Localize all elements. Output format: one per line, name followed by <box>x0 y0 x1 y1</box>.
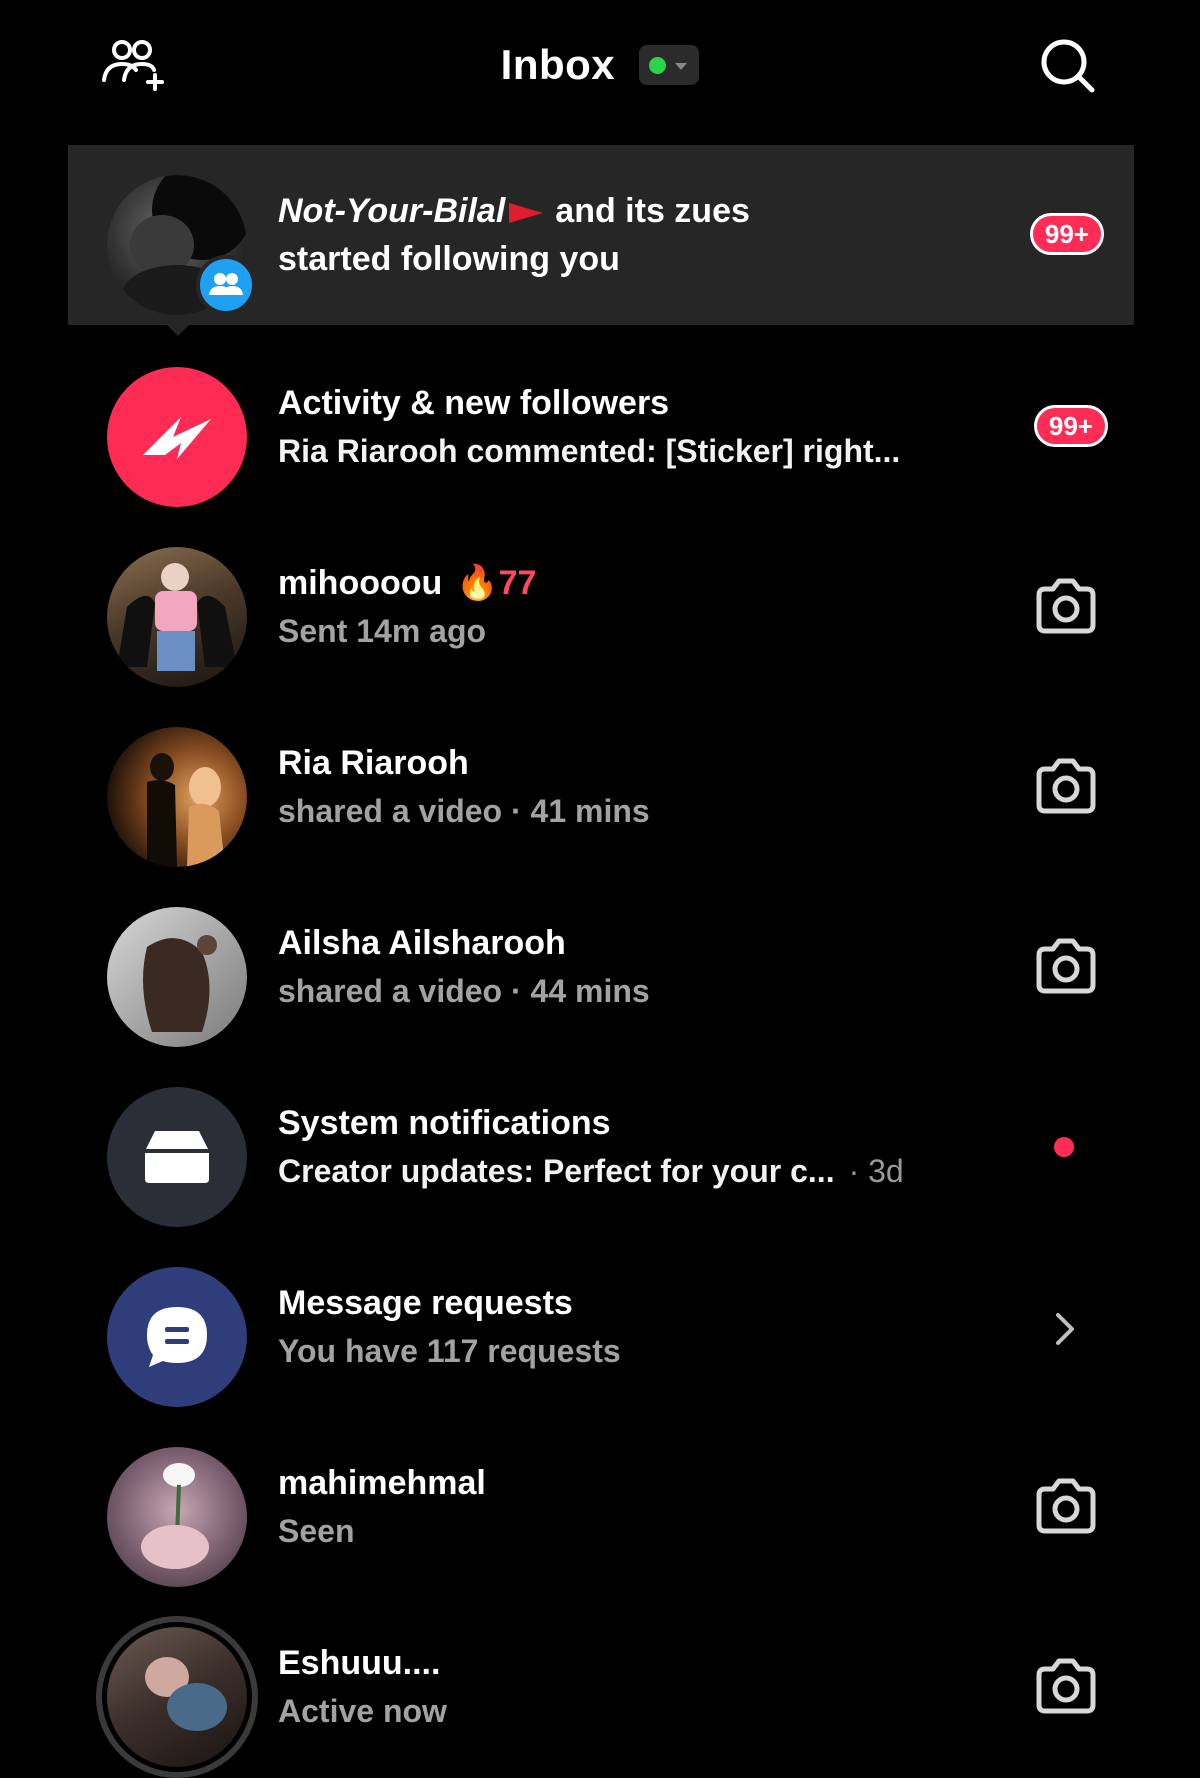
inbox-title: Inbox <box>500 40 616 88</box>
chat-row[interactable]: mihoooou 🔥77 Sent 14m ago <box>0 517 1200 697</box>
avatar <box>107 547 247 687</box>
row-title: Ria Riarooh <box>278 744 469 782</box>
chevron-right-icon[interactable] <box>1050 1309 1080 1349</box>
system-notifications-row[interactable]: System notifications Creator updates: Pe… <box>0 1057 1200 1237</box>
row-title: Ailsha Ailsharooh <box>278 924 566 962</box>
unread-badge: 99+ <box>1029 213 1104 255</box>
online-status-dot <box>649 56 667 74</box>
chat-row[interactable]: mahimehmal Seen <box>0 1417 1200 1597</box>
row-time: · 3d <box>848 1153 904 1189</box>
row-title: mihoooou 🔥77 <box>278 559 998 607</box>
chat-row[interactable]: Eshuuu.... Active now <box>0 1597 1200 1778</box>
chat-row[interactable]: Ailsha Ailsharooh shared a video · 44 mi… <box>0 877 1200 1057</box>
row-subtitle: Seen <box>278 1513 355 1549</box>
chat-bubble-icon <box>107 1267 247 1407</box>
lightning-icon <box>107 367 247 507</box>
row-title: mahimehmal <box>278 1464 486 1502</box>
row-subtitle: Creator updates: Perfect for your c... · … <box>278 1147 998 1195</box>
inbox-tray-icon <box>107 1087 247 1227</box>
avatar <box>107 1627 247 1767</box>
group-icon <box>196 255 256 315</box>
streak-count: 🔥77 <box>456 564 537 602</box>
inbox-header: Inbox <box>0 0 1200 135</box>
chat-row[interactable]: Ria Riarooh shared a video · 41 mins <box>0 697 1200 877</box>
page-title: Inbox <box>0 38 1200 89</box>
row-title: Message requests <box>278 1284 573 1322</box>
camera-icon[interactable] <box>1033 757 1099 817</box>
unread-badge: 99+ <box>1033 405 1108 447</box>
row-title: Eshuuu.... <box>278 1644 441 1682</box>
avatar <box>107 907 247 1047</box>
tooltip-pointer <box>160 318 196 336</box>
row-subtitle: You have 117 requests <box>278 1333 621 1369</box>
camera-icon[interactable] <box>1033 1657 1099 1717</box>
row-subtitle: shared a video · 44 mins <box>278 973 650 1009</box>
row-subtitle-text: Creator updates: Perfect for your c... <box>278 1153 835 1189</box>
row-subtitle: Active now <box>278 1693 447 1729</box>
row-subtitle: Ria Riarooh commented: [Sticker] right..… <box>278 433 901 469</box>
chevron-down-icon <box>675 62 688 70</box>
avatar <box>107 1447 247 1587</box>
avatar <box>107 727 247 867</box>
message-requests-row[interactable]: Message requests You have 117 requests <box>0 1237 1200 1417</box>
contact-name: mihoooou <box>278 564 443 602</box>
row-subtitle: shared a video · 41 mins <box>278 793 650 829</box>
notification-subtitle: started following you <box>278 240 620 278</box>
follower-name: Not-Your-Bilal <box>278 192 506 230</box>
flag-icon <box>509 203 544 224</box>
new-follower-notification[interactable]: Not-Your-Bilal and its zues started follo… <box>68 145 1134 325</box>
online-status-toggle[interactable] <box>639 44 700 85</box>
notification-title: Not-Your-Bilal and its zues <box>278 187 998 235</box>
camera-icon[interactable] <box>1033 937 1099 997</box>
follower-name-suffix: and its zues <box>555 192 750 230</box>
camera-icon[interactable] <box>1033 577 1099 637</box>
camera-icon[interactable] <box>1033 1477 1099 1537</box>
row-title: System notifications <box>278 1104 611 1142</box>
row-subtitle: Sent 14m ago <box>278 613 487 649</box>
row-title: Activity & new followers <box>278 384 670 422</box>
activity-row[interactable]: Activity & new followers Ria Riarooh com… <box>0 337 1200 517</box>
streak-number: 77 <box>498 564 537 602</box>
unread-dot <box>1054 1137 1074 1157</box>
search-icon[interactable] <box>1038 36 1098 96</box>
